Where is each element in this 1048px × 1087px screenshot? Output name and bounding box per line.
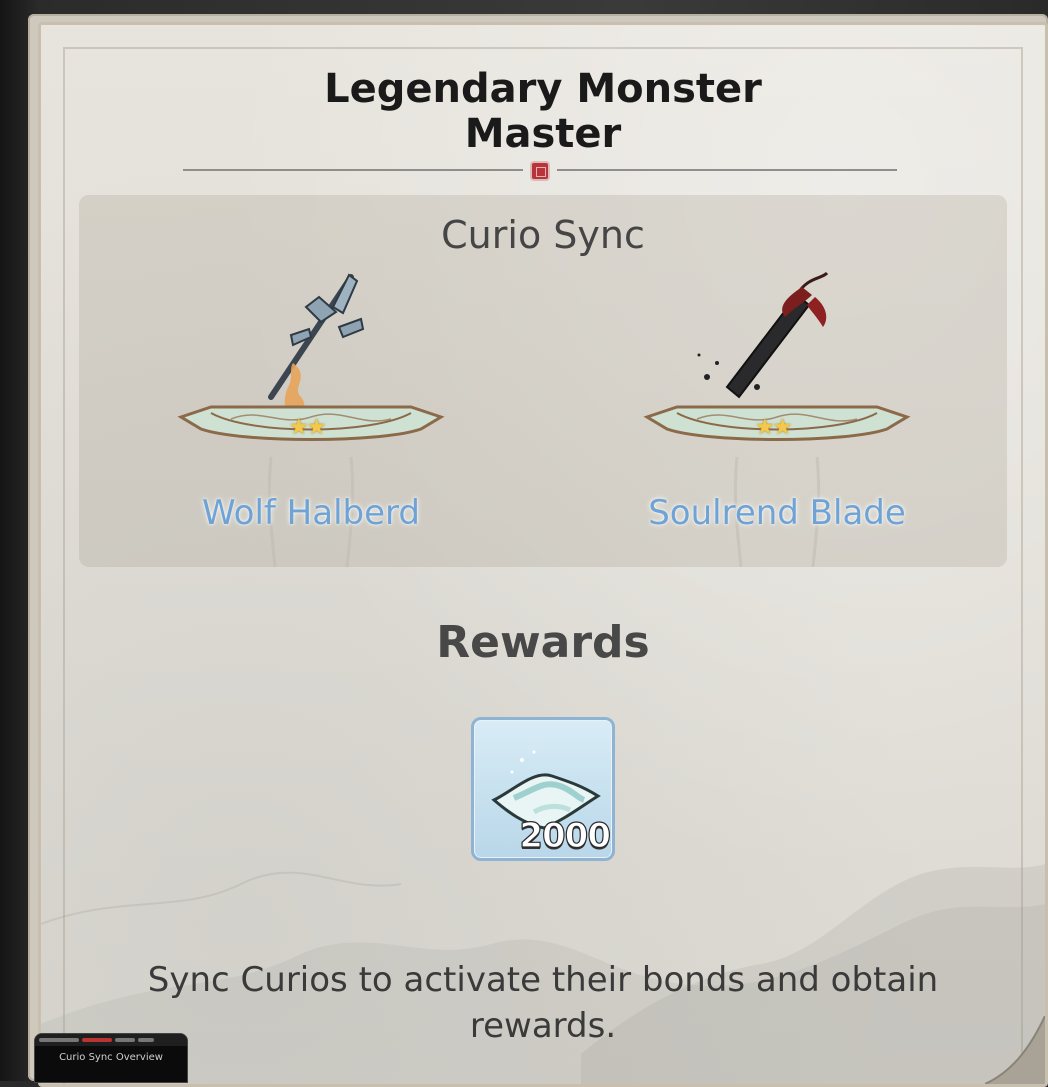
dialog-title-line2: Master [464, 111, 622, 157]
reward-count: 2000 [519, 815, 612, 856]
curio-card-soulrend-blade[interactable]: ★★ Soulrend Blade [637, 267, 917, 568]
rewards-heading: Rewards [436, 617, 650, 668]
title-divider-left [183, 169, 523, 171]
dialog-title-line1: Legendary Monster [324, 66, 762, 112]
dialog-title: Legendary Monster Master [41, 67, 1045, 157]
curio-label-wolf-halberd: Wolf Halberd [202, 493, 420, 533]
title-divider-right [557, 169, 897, 171]
overlay-title: Curio Sync Overview [59, 1052, 163, 1063]
sync-hint-text: Sync Curios to activate their bonds and … [147, 960, 939, 1046]
star-rating: ★★ [289, 414, 326, 439]
curio-label-soulrend-blade: Soulrend Blade [648, 493, 906, 533]
overlay-toolbar [35, 1034, 187, 1046]
curio-card-wolf-halberd[interactable]: ★★ Wolf Halberd [171, 267, 451, 568]
picture-in-picture-overlay[interactable]: Curio Sync Overview [34, 1033, 188, 1083]
red-seal-icon [532, 163, 548, 179]
curio-sync-section: Curio Sync ★★ Wolf Halberd ★★ Soulrend B… [79, 195, 1007, 568]
curio-dialog-panel: Legendary Monster Master Curio Sync ★★ W… [38, 22, 1048, 1087]
page-curl-decoration [985, 1016, 1045, 1084]
reward-item-card[interactable]: 2000 [471, 717, 615, 861]
curio-sync-heading: Curio Sync [441, 213, 645, 257]
star-rating: ★★ [755, 414, 792, 439]
